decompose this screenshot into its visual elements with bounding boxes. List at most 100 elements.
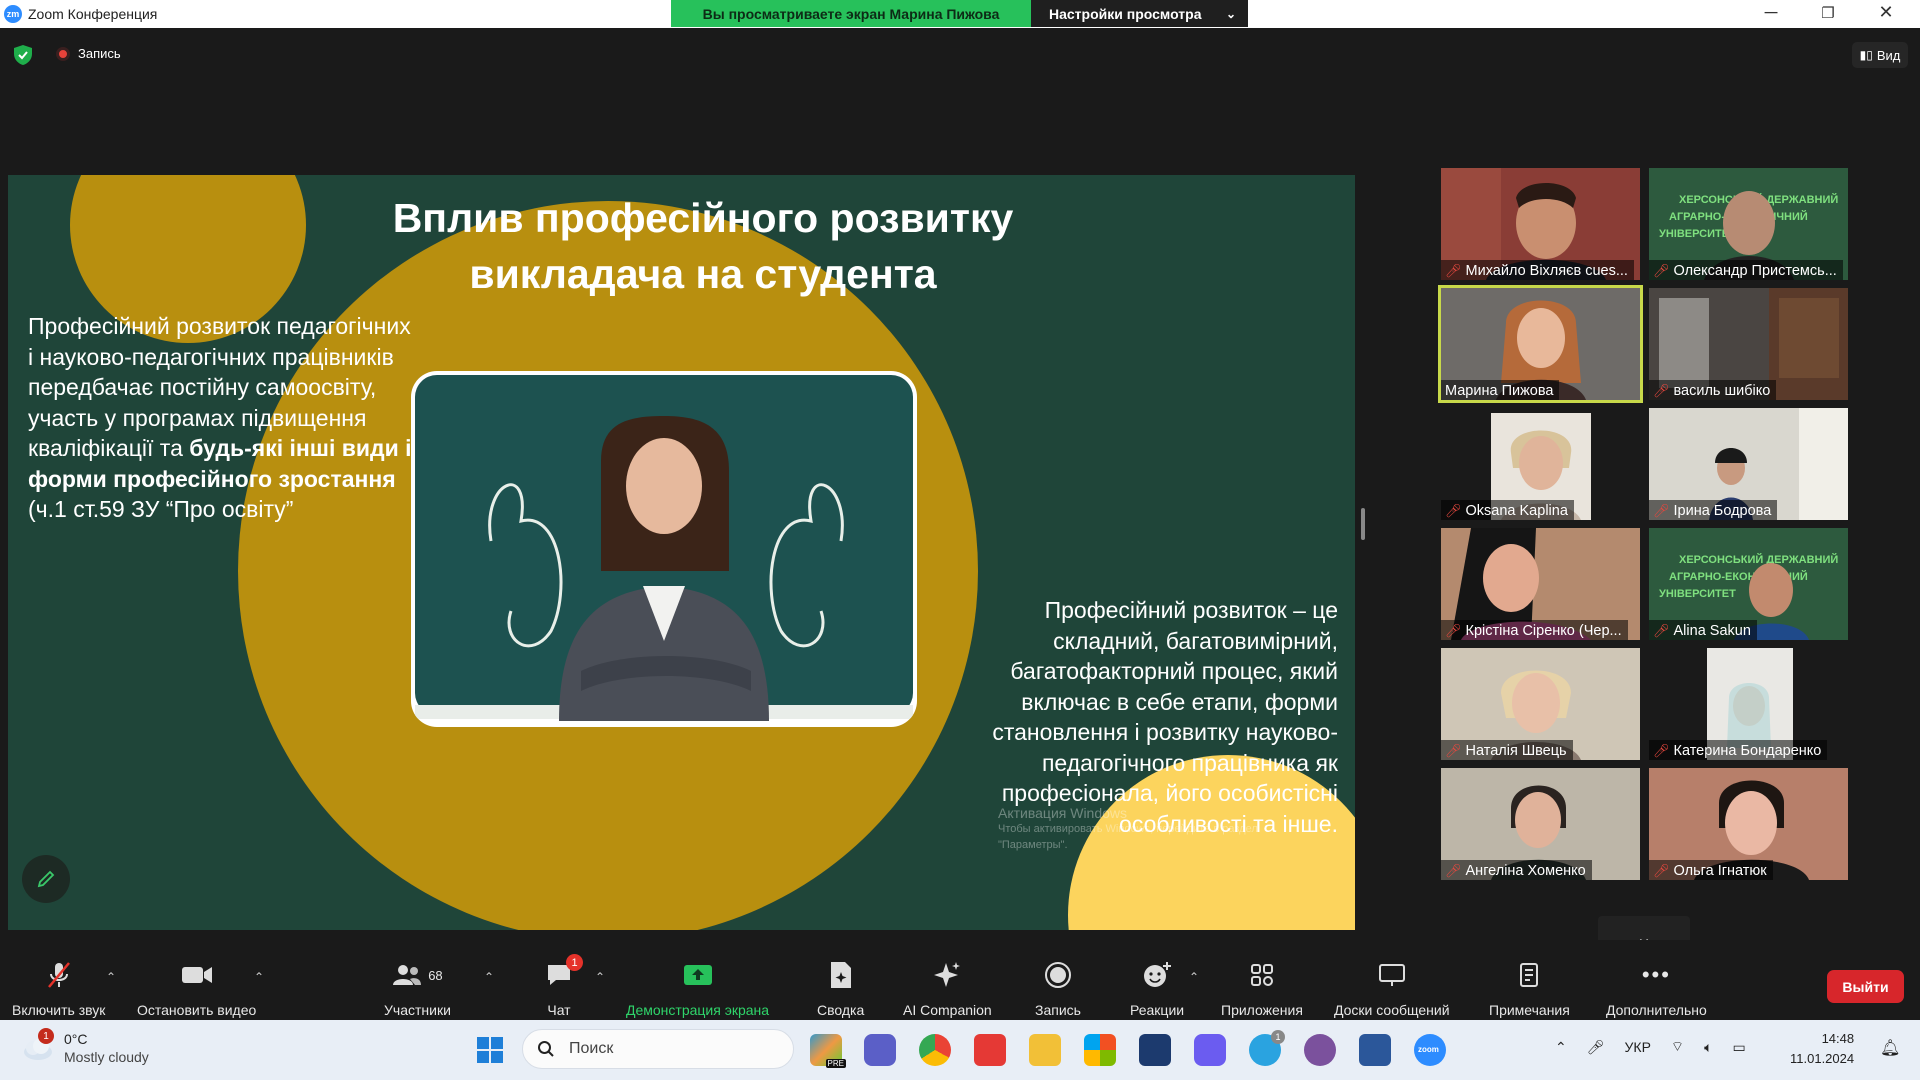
video-options-caret[interactable]: ⌃ bbox=[254, 970, 264, 984]
participant-name-tag: Марина Пижова bbox=[1441, 380, 1560, 400]
taskbar-search-input[interactable]: Поиск bbox=[522, 1029, 794, 1069]
teams-chat-icon[interactable] bbox=[864, 1034, 896, 1066]
teacher-photo bbox=[411, 371, 917, 727]
mic-muted-icon bbox=[47, 962, 70, 988]
participant-tile[interactable]: 🎤︎ Ангеліна Хоменко bbox=[1441, 768, 1640, 880]
chat-button[interactable]: 1 Чат bbox=[545, 954, 583, 1018]
participants-label: Участники bbox=[384, 1002, 451, 1018]
mic-muted-icon: 🎤︎ bbox=[1445, 503, 1462, 518]
telegram-icon[interactable]: 1 bbox=[1249, 1030, 1285, 1066]
notes-icon bbox=[1520, 963, 1539, 987]
telegram-unread-badge: 1 bbox=[1271, 1030, 1285, 1044]
zoom-app-label: zoom bbox=[1418, 1045, 1439, 1054]
participant-name: Олександр Пристемсь... bbox=[1673, 263, 1837, 279]
battery-icon[interactable]: ▭ bbox=[1732, 1039, 1745, 1056]
preview-label: PRE bbox=[825, 1059, 846, 1068]
bitwarden-icon[interactable] bbox=[1139, 1034, 1171, 1066]
mic-muted-icon: 🎤︎ bbox=[1653, 503, 1670, 518]
taskbar-clock[interactable]: 14:48 11.01.2024 bbox=[1790, 1029, 1854, 1069]
word-icon[interactable] bbox=[1359, 1034, 1391, 1066]
wifi-icon[interactable]: ⌔ bbox=[1671, 1038, 1684, 1056]
participant-tile[interactable]: 🎤︎ Михайло Віхляєв cues... bbox=[1441, 168, 1640, 280]
video-label: Остановить видео bbox=[137, 1002, 257, 1018]
participant-tile[interactable]: 🎤︎ Крістіна Сіренко (Чер... bbox=[1441, 528, 1640, 640]
minimize-icon[interactable]: ─ bbox=[1751, 2, 1791, 23]
participant-tile[interactable]: 🎤︎ Ольга Ігнатюк bbox=[1649, 768, 1848, 880]
participant-name: Крістіна Сіренко (Чер... bbox=[1465, 623, 1622, 639]
participant-tile[interactable]: 🎤︎ Oksana Kaplina bbox=[1441, 408, 1640, 520]
watermark-title: Активация Windows bbox=[998, 805, 1128, 821]
participant-name-tag: 🎤︎ Ольга Ігнатюк bbox=[1649, 860, 1773, 880]
slide-title: Вплив професійного розвитку викладача на… bbox=[328, 190, 1078, 302]
participant-tile-active-speaker[interactable]: Марина Пижова bbox=[1438, 285, 1643, 403]
search-icon bbox=[538, 1041, 554, 1057]
participant-name-tag: 🎤︎ Ангеліна Хоменко bbox=[1441, 860, 1592, 880]
clock-time: 14:48 bbox=[1821, 1031, 1855, 1046]
annotate-pencil-button[interactable] bbox=[22, 855, 70, 903]
participant-tile[interactable]: ХЕРСОНСЬКИЙ ДЕРЖАВНИЙАГРАРНО-ЕКОНОМІЧНИЙ… bbox=[1649, 168, 1848, 280]
record-button[interactable]: Запись bbox=[1035, 958, 1081, 1018]
mic-muted-icon: 🎤︎ bbox=[1653, 383, 1670, 398]
share-screen-button[interactable]: Демонстрация экрана bbox=[626, 958, 769, 1018]
anydesk-icon[interactable] bbox=[974, 1034, 1006, 1066]
record-icon bbox=[1044, 962, 1071, 988]
participants-button[interactable]: 68 Участники bbox=[384, 958, 451, 1018]
zoom-taskbar-icon[interactable]: zoom bbox=[1414, 1034, 1446, 1066]
watermark-subtitle: Чтобы активировать Windows, перейдите в … bbox=[998, 823, 1258, 851]
mic-muted-icon: 🎤︎ bbox=[1445, 623, 1462, 638]
leave-meeting-button[interactable]: Выйти bbox=[1827, 970, 1904, 1003]
whiteboards-label: Доски сообщений bbox=[1334, 1002, 1450, 1018]
participant-tile[interactable]: 🎤︎ Ірина Бодрова bbox=[1649, 408, 1848, 520]
summary-button[interactable]: Сводка bbox=[817, 958, 864, 1018]
participant-tile[interactable]: ХЕРСОНСЬКИЙ ДЕРЖАВНИЙАГРАРНО-ЕКОНОМІЧНИЙ… bbox=[1649, 528, 1848, 640]
participant-name: василь шибіко bbox=[1673, 383, 1771, 399]
volume-icon[interactable]: 🔈︎ bbox=[1704, 1039, 1712, 1056]
microphone-icon[interactable]: 🎤︎ bbox=[1587, 1039, 1605, 1056]
audio-button[interactable]: Включить звук bbox=[12, 958, 105, 1018]
audio-label: Включить звук bbox=[12, 1002, 106, 1018]
notifications-bell-icon[interactable]: 🔔︎ bbox=[1880, 1038, 1900, 1058]
windows-start-icon[interactable] bbox=[474, 1034, 506, 1066]
participant-name-tag: 🎤︎ Катерина Бондаренко bbox=[1649, 740, 1828, 760]
panel-splitter-handle[interactable] bbox=[1361, 508, 1365, 540]
whiteboards-button[interactable]: Доски сообщений bbox=[1334, 958, 1450, 1018]
participant-tile[interactable]: 🎤︎ Наталія Швець bbox=[1441, 648, 1640, 760]
chevron-down-icon: ⌄ bbox=[1225, 6, 1236, 21]
recording-indicator[interactable]: Запись bbox=[56, 46, 121, 61]
microsoft-store-icon[interactable] bbox=[1084, 1034, 1116, 1066]
ai-companion-button[interactable]: AI Companion bbox=[903, 958, 992, 1018]
weather-widget[interactable]: 1 0°C Mostly cloudy bbox=[20, 1028, 149, 1066]
copilot-preview-icon[interactable]: PRE bbox=[810, 1034, 846, 1068]
mic-muted-icon: 🎤︎ bbox=[1653, 863, 1670, 878]
participant-tile[interactable]: 🎤︎ василь шибіко bbox=[1649, 288, 1848, 400]
more-dots-icon: ••• bbox=[1641, 962, 1671, 987]
participants-options-caret[interactable]: ⌃ bbox=[484, 970, 494, 984]
shield-icon[interactable] bbox=[14, 45, 32, 65]
view-settings-dropdown[interactable]: Настройки просмотра ⌄ bbox=[1031, 0, 1248, 27]
apps-button[interactable]: Приложения bbox=[1221, 958, 1303, 1018]
chrome-icon[interactable] bbox=[919, 1034, 951, 1066]
more-button[interactable]: ••• Дополнительно bbox=[1606, 958, 1707, 1018]
file-explorer-icon[interactable] bbox=[1029, 1034, 1061, 1066]
language-indicator[interactable]: УКР bbox=[1625, 1039, 1651, 1055]
weather-temperature: 0°C bbox=[64, 1031, 88, 1047]
close-icon[interactable]: ✕ bbox=[1866, 2, 1906, 23]
p-app-icon[interactable] bbox=[1194, 1034, 1226, 1066]
viber-icon[interactable] bbox=[1304, 1034, 1336, 1066]
reactions-button[interactable]: Реакции bbox=[1130, 958, 1184, 1018]
sparkle-icon bbox=[934, 962, 961, 987]
notes-button[interactable]: Примечания bbox=[1489, 958, 1570, 1018]
record-dot-icon bbox=[56, 46, 70, 61]
shared-screen[interactable]: Вплив професійного розвитку викладача на… bbox=[8, 175, 1355, 930]
reactions-options-caret[interactable]: ⌃ bbox=[1189, 970, 1199, 984]
chevron-up-icon[interactable]: ⌃ bbox=[1555, 1039, 1567, 1056]
view-button[interactable]: ▮▯ Вид bbox=[1852, 42, 1908, 68]
restore-icon[interactable]: ❐ bbox=[1808, 4, 1848, 22]
participant-tile[interactable]: 🎤︎ Катерина Бондаренко bbox=[1649, 648, 1848, 760]
share-screen-label: Демонстрация экрана bbox=[626, 1002, 770, 1018]
mic-muted-icon: 🎤︎ bbox=[1653, 743, 1670, 758]
participant-name-tag: 🎤︎ василь шибіко bbox=[1649, 380, 1777, 400]
video-button[interactable]: Остановить видео bbox=[137, 958, 256, 1018]
audio-options-caret[interactable]: ⌃ bbox=[106, 970, 116, 984]
chat-options-caret[interactable]: ⌃ bbox=[595, 970, 605, 984]
